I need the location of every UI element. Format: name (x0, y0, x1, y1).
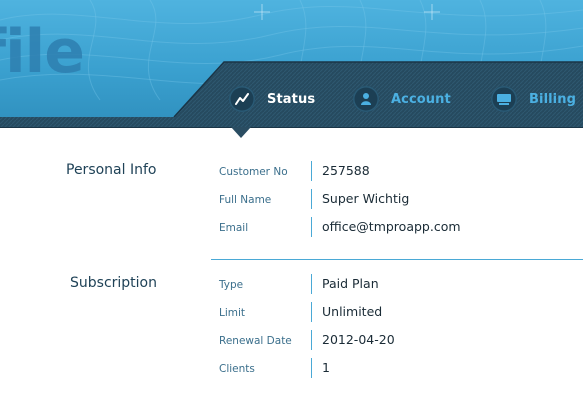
user-icon (353, 86, 379, 112)
field-label: Clients (219, 363, 255, 375)
tab-bar: Status Account Billing (0, 0, 583, 128)
info-row-customer-no: Customer No 257588 (219, 161, 579, 185)
field-label: Limit (219, 307, 246, 319)
card-icon (491, 86, 517, 112)
active-tab-pointer (231, 127, 251, 138)
personal-info-title: Personal Info (66, 162, 157, 178)
tab-billing-label: Billing (529, 91, 576, 107)
field-separator (311, 189, 312, 209)
field-label: Email (219, 222, 249, 234)
field-value: Paid Plan (322, 276, 379, 291)
subscription-row-limit: Limit Unlimited (219, 302, 579, 326)
subscription-row-renewal-date: Renewal Date 2012-04-20 (219, 330, 579, 354)
field-label: Type (219, 279, 244, 291)
tab-billing[interactable]: Billing (491, 85, 576, 113)
page-header: file Status (0, 0, 583, 128)
field-value: 2012-04-20 (322, 332, 395, 347)
field-label: Full Name (219, 194, 272, 206)
field-label: Customer No (219, 166, 288, 178)
field-separator (311, 358, 312, 378)
field-value: Super Wichtig (322, 191, 410, 206)
section-divider (211, 259, 583, 260)
field-value: 1 (322, 360, 330, 375)
subscription-title: Subscription (70, 275, 157, 291)
subscription-row-clients: Clients 1 (219, 358, 579, 382)
tab-status-label: Status (267, 91, 316, 107)
tab-account-label: Account (391, 91, 451, 107)
tab-account[interactable]: Account (353, 85, 451, 113)
field-separator (311, 217, 312, 237)
subscription-row-type: Type Paid Plan (219, 274, 579, 298)
field-separator (311, 302, 312, 322)
field-value: office@tmproapp.com (322, 219, 461, 234)
field-separator (311, 161, 312, 181)
info-row-email: Email office@tmproapp.com (219, 217, 579, 241)
tab-status[interactable]: Status (229, 85, 315, 113)
field-value: Unlimited (322, 304, 383, 319)
trend-chart-icon (229, 86, 255, 112)
field-label: Renewal Date (219, 335, 292, 347)
field-separator (311, 274, 312, 294)
field-value: 257588 (322, 163, 370, 178)
field-separator (311, 330, 312, 350)
info-row-full-name: Full Name Super Wichtig (219, 189, 579, 213)
